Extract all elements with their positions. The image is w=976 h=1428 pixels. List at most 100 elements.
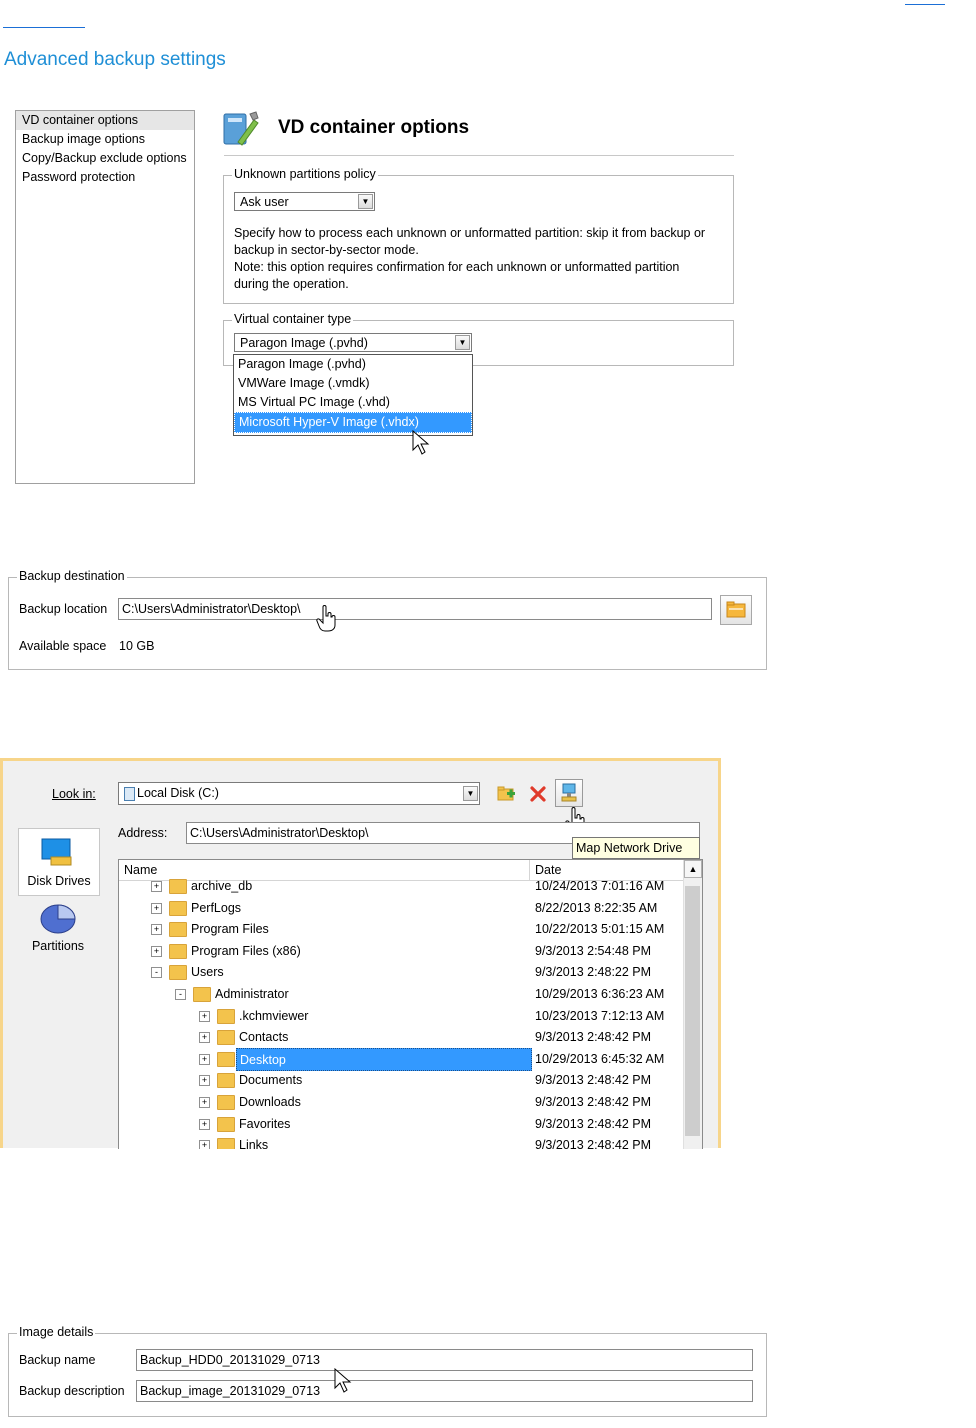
collapse-icon[interactable]: - [175,989,186,1000]
nav-item-backup-image[interactable]: Backup image options [16,130,194,149]
backup-description-input[interactable]: Backup_image_20131029_0713 [136,1380,753,1402]
look-in-select[interactable]: Local Disk (C:) ▼ [118,782,480,805]
unknown-policy-select[interactable]: Ask user ▼ [234,192,375,211]
side-item-label: Disk Drives [27,874,91,888]
container-type-legend: Virtual container type [232,312,354,326]
top-link[interactable] [905,0,945,5]
expand-icon[interactable]: + [199,1010,210,1022]
expand-icon[interactable]: + [151,924,162,936]
unknown-policy-description: Specify how to process each unknown or u… [234,225,705,293]
side-item-partitions-label[interactable]: Partitions [18,939,98,953]
tree-item-date: 9/3/2013 2:48:42 PM [535,1138,652,1149]
mouse-pointer-icon [334,1368,352,1393]
tree-item-name: Contacts [239,1030,289,1045]
tree-item-name: Users [191,965,224,980]
tree-item-date: 10/29/2013 6:36:23 AM [535,987,665,1001]
available-space-label: Available space [19,639,107,653]
backup-description-label: Backup description [19,1384,125,1398]
map-network-drive-tooltip: Map Network Drive [572,837,700,859]
tree-item-date: 9/3/2013 2:48:42 PM [535,1095,652,1109]
expand-icon[interactable]: + [199,1053,210,1065]
available-space-value: 10 GB [119,639,155,653]
tree-row[interactable]: + Downloads 9/3/2013 2:48:42 PM [119,1091,683,1113]
expand-icon[interactable]: + [151,881,162,892]
tree-item-name: Favorites [239,1116,291,1131]
tree-row[interactable]: + Favorites 9/3/2013 2:48:42 PM [119,1113,683,1135]
panel-header-title: VD container options [278,117,470,138]
container-type-select[interactable]: Paragon Image (.pvhd) ▼ [234,333,472,352]
vd-container-icon [223,111,259,146]
map-network-drive-button[interactable] [555,779,583,807]
expand-icon[interactable]: + [199,1075,210,1087]
folder-icon [169,943,187,959]
tree-row[interactable]: + archive_db 10/24/2013 7:01:16 AM [119,875,683,897]
chevron-down-icon[interactable]: ▼ [455,335,470,350]
expand-icon[interactable]: + [199,1032,210,1044]
tree-item-date: 9/3/2013 2:48:42 PM [535,1030,652,1045]
unknown-policy-value: Ask user [240,195,289,209]
look-in-label: Look in: [52,787,96,801]
dropdown-option[interactable]: MS Virtual PC Image (.vhd) [234,393,472,412]
tree-row[interactable]: + PerfLogs 8/22/2013 8:22:35 AM [119,897,683,919]
tree-item-name: Documents [239,1073,303,1088]
browse-button[interactable] [720,595,752,625]
tree-item-date: 10/23/2013 7:12:13 AM [535,1008,665,1023]
folder-icon [217,1138,235,1149]
backup-destination-group: Backup destination [8,569,767,670]
chevron-down-icon[interactable]: ▼ [463,786,478,801]
dropdown-option[interactable]: VMWare Image (.vmdk) [234,374,472,393]
unknown-partitions-group: Unknown partitions policy Ask user ▼ Spe… [223,167,734,304]
tree-item-name: .kchmviewer [239,1008,309,1023]
drive-icon [124,787,135,801]
tree-item-date: 9/3/2013 2:48:22 PM [535,965,652,980]
tree-row[interactable]: + Program Files (x86) 9/3/2013 2:54:48 PM [119,940,683,962]
expand-icon[interactable]: + [151,945,162,957]
container-type-value: Paragon Image (.pvhd) [240,336,368,350]
tree-row[interactable]: + Desktop 10/29/2013 6:45:32 AM [119,1047,683,1071]
tree-item-name: Program Files (x86) [191,943,301,958]
dropdown-option[interactable]: Paragon Image (.pvhd) [234,355,472,374]
expand-icon[interactable]: + [199,1140,210,1149]
network-drive-icon [561,783,577,802]
chevron-down-icon[interactable]: ▼ [358,194,373,209]
top-link-underline[interactable] [3,27,85,28]
tree-row[interactable]: + Contacts 9/3/2013 2:48:42 PM [119,1026,683,1048]
address-label: Address: [118,826,168,840]
folder-icon [217,1073,235,1089]
vertical-scrollbar[interactable]: ▲ [683,860,702,1149]
backup-name-input[interactable]: Backup_HDD0_20131029_0713 [136,1349,753,1371]
image-details-group: Image details [8,1325,767,1417]
tree-row[interactable]: + Program Files 10/22/2013 5:01:15 AM [119,918,683,940]
tree-row[interactable]: + Links 9/3/2013 2:48:42 PM [119,1134,683,1149]
folder-icon [217,1116,235,1132]
tree-item-date: 10/22/2013 5:01:15 AM [535,922,665,937]
nav-item-password[interactable]: Password protection [16,168,194,187]
tree-row[interactable]: - Users 9/3/2013 2:48:22 PM [119,961,683,983]
backup-location-input[interactable]: C:\Users\Administrator\Desktop\ [118,598,712,620]
folder-icon [169,900,187,916]
collapse-icon[interactable]: - [151,967,162,979]
side-item-disk-drives[interactable]: Disk Drives [18,828,100,896]
tree-item-name: Desktop [236,1047,532,1071]
tree-row[interactable]: + Documents 9/3/2013 2:48:42 PM [119,1069,683,1091]
expand-icon[interactable]: + [199,1118,210,1130]
delete-icon[interactable] [529,785,547,803]
nav-item-exclude-options[interactable]: Copy/Backup exclude options [16,149,194,168]
expand-icon[interactable]: + [199,1097,210,1108]
tree-row[interactable]: - Administrator 10/29/2013 6:36:23 AM [119,983,683,1005]
tree-row[interactable]: + .kchmviewer 10/23/2013 7:12:13 AM [119,1005,683,1027]
expand-icon[interactable]: + [151,902,162,914]
dropdown-option-highlighted[interactable]: Microsoft Hyper-V Image (.vhdx) [234,412,472,433]
settings-nav-list: VD container options Backup image option… [15,110,195,484]
partitions-icon[interactable] [38,900,78,936]
desc-line: Specify how to process each unknown or u… [234,226,706,240]
new-folder-icon[interactable] [497,784,517,802]
desc-line: backup in sector-by-sector mode. [234,243,419,257]
scroll-up-icon[interactable]: ▲ [684,860,702,878]
scrollbar-thumb[interactable] [685,886,700,1136]
tree-rows: + archive_db 10/24/2013 7:01:16 AM + PerfLog… [119,879,683,1149]
tree-item-name: Downloads [239,1095,301,1109]
nav-item-vd-container[interactable]: VD container options [16,111,194,130]
folder-icon [217,1030,235,1046]
look-in-value: Local Disk (C:) [137,786,219,800]
